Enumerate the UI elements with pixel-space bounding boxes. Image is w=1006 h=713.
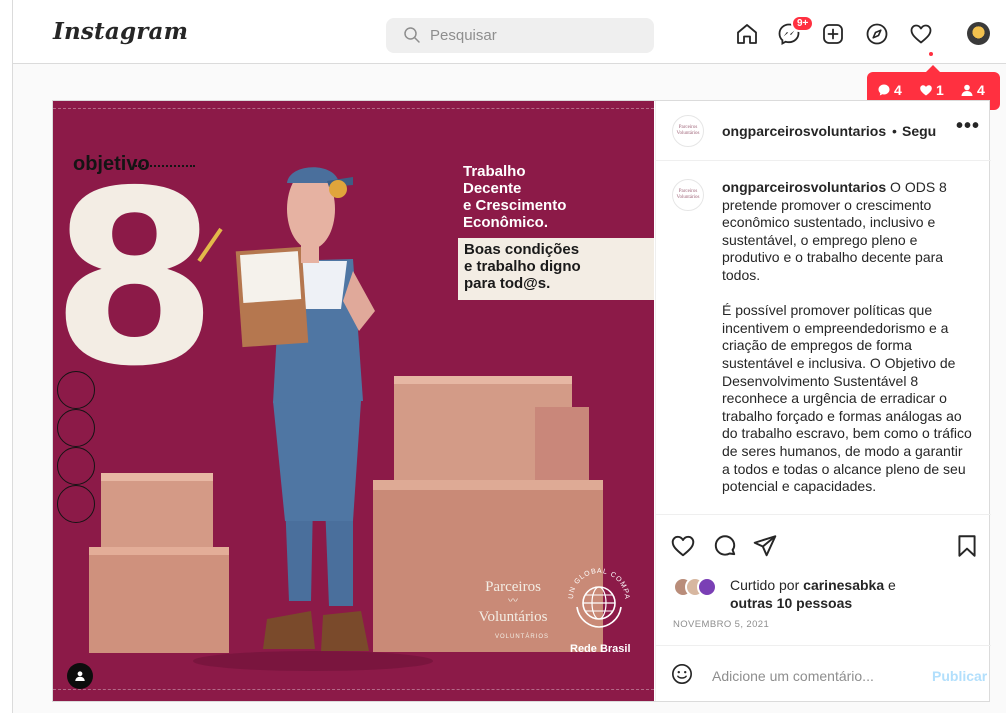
more-options-button[interactable]: •••: [956, 115, 980, 138]
search-placeholder: Pesquisar: [430, 27, 497, 44]
messages-count-badge: 9+: [791, 15, 815, 32]
person-icon: [75, 671, 85, 681]
post-caption: ongparceirosvoluntarios O ODS 8 pretende…: [722, 179, 972, 513]
liker-avatar: [697, 577, 717, 597]
author-avatar[interactable]: Parceiros Voluntários: [672, 115, 704, 147]
un-global-compact-logo: UN GLOBAL COMPACT: [563, 563, 629, 628]
save-bookmark-icon[interactable]: [954, 533, 980, 559]
brand-wave: 〰: [508, 596, 518, 607]
liked-suffix: e: [884, 577, 896, 593]
account-switcher-chevron-icon[interactable]: ⌄: [177, 24, 188, 40]
comment-input[interactable]: Adicione um comentário...: [712, 668, 874, 684]
explore-icon[interactable]: [865, 22, 889, 46]
comment-composer: Adicione um comentário... Publicar: [656, 645, 991, 701]
comment-bubble-icon: [878, 84, 890, 96]
brand-line: Parceiros: [485, 579, 541, 595]
ungc-rede-brasil-label: Rede Brasil: [570, 643, 631, 655]
liked-by-text: Curtido por carinesabka e outras 10 pess…: [730, 576, 896, 612]
post-card: 8 objetivo Trabalho Decente e Cresciment…: [52, 100, 991, 702]
box-shape: [101, 473, 213, 551]
follow-button[interactable]: Seguir: [902, 123, 936, 139]
person-icon: [961, 84, 973, 96]
header-separator: •: [892, 123, 897, 139]
brand-tagline: VOLUNTÁRIOS: [495, 634, 550, 640]
share-icon[interactable]: [752, 533, 778, 559]
home-icon[interactable]: [735, 22, 759, 46]
search-icon: [404, 27, 420, 43]
like-count-value: 1: [936, 82, 944, 98]
liked-by-username[interactable]: carinesabka: [803, 577, 884, 593]
caption-username[interactable]: ongparceirosvoluntarios: [722, 179, 886, 195]
caption-paragraph: É possível promover políticas que incent…: [722, 302, 972, 495]
publish-comment-button[interactable]: Publicar: [932, 668, 987, 684]
follow-count: 4: [960, 82, 985, 98]
instagram-logo[interactable]: Instagram: [53, 18, 188, 45]
caption-paragraph: ongparceirosvoluntarios O ODS 8 pretende…: [722, 179, 972, 285]
activity-heart-icon[interactable]: [909, 22, 933, 46]
post-image[interactable]: 8 objetivo Trabalho Decente e Cresciment…: [53, 101, 654, 701]
like-heart-icon[interactable]: [670, 533, 696, 559]
author-username[interactable]: ongparceirosvoluntarios: [722, 123, 886, 139]
box-shape: [535, 407, 589, 487]
follow-count-value: 4: [977, 82, 985, 98]
like-count: 1: [919, 82, 944, 98]
post-actions: Curtido por carinesabka e outras 10 pess…: [656, 514, 991, 644]
post-header: Parceiros Voluntários ongparceirosvolunt…: [656, 101, 991, 161]
emoji-icon[interactable]: [671, 663, 693, 685]
comment-icon[interactable]: [712, 533, 738, 559]
tagged-users-button[interactable]: [67, 663, 93, 689]
caption-scroll-area[interactable]: Parceiros Voluntários ongparceirosvolunt…: [656, 162, 991, 513]
comment-count-value: 4: [894, 82, 902, 98]
heart-icon: [920, 85, 932, 96]
search-input[interactable]: Pesquisar: [386, 18, 654, 53]
post-date[interactable]: NOVEMBRO 5, 2021: [673, 619, 769, 630]
brand-line: Voluntários: [478, 609, 548, 625]
box-shape: [89, 547, 229, 653]
post-sidebar: Parceiros Voluntários ongparceirosvolunt…: [655, 101, 991, 701]
liked-by-others-link[interactable]: outras 10 pessoas: [730, 595, 852, 611]
comment-count: 4: [877, 82, 902, 98]
new-post-icon[interactable]: [821, 22, 845, 46]
liked-prefix: Curtido por: [730, 577, 804, 593]
liked-by-avatars[interactable]: [673, 577, 723, 599]
profile-avatar[interactable]: [967, 22, 990, 45]
top-navigation: Instagram ⌄ Pesquisar 9+: [13, 0, 1006, 64]
caption-author-avatar[interactable]: Parceiros Voluntários: [672, 179, 704, 211]
parceiros-voluntarios-logo: Parceiros 〰 Voluntários: [473, 577, 553, 627]
activity-indicator-dot: [929, 52, 933, 56]
